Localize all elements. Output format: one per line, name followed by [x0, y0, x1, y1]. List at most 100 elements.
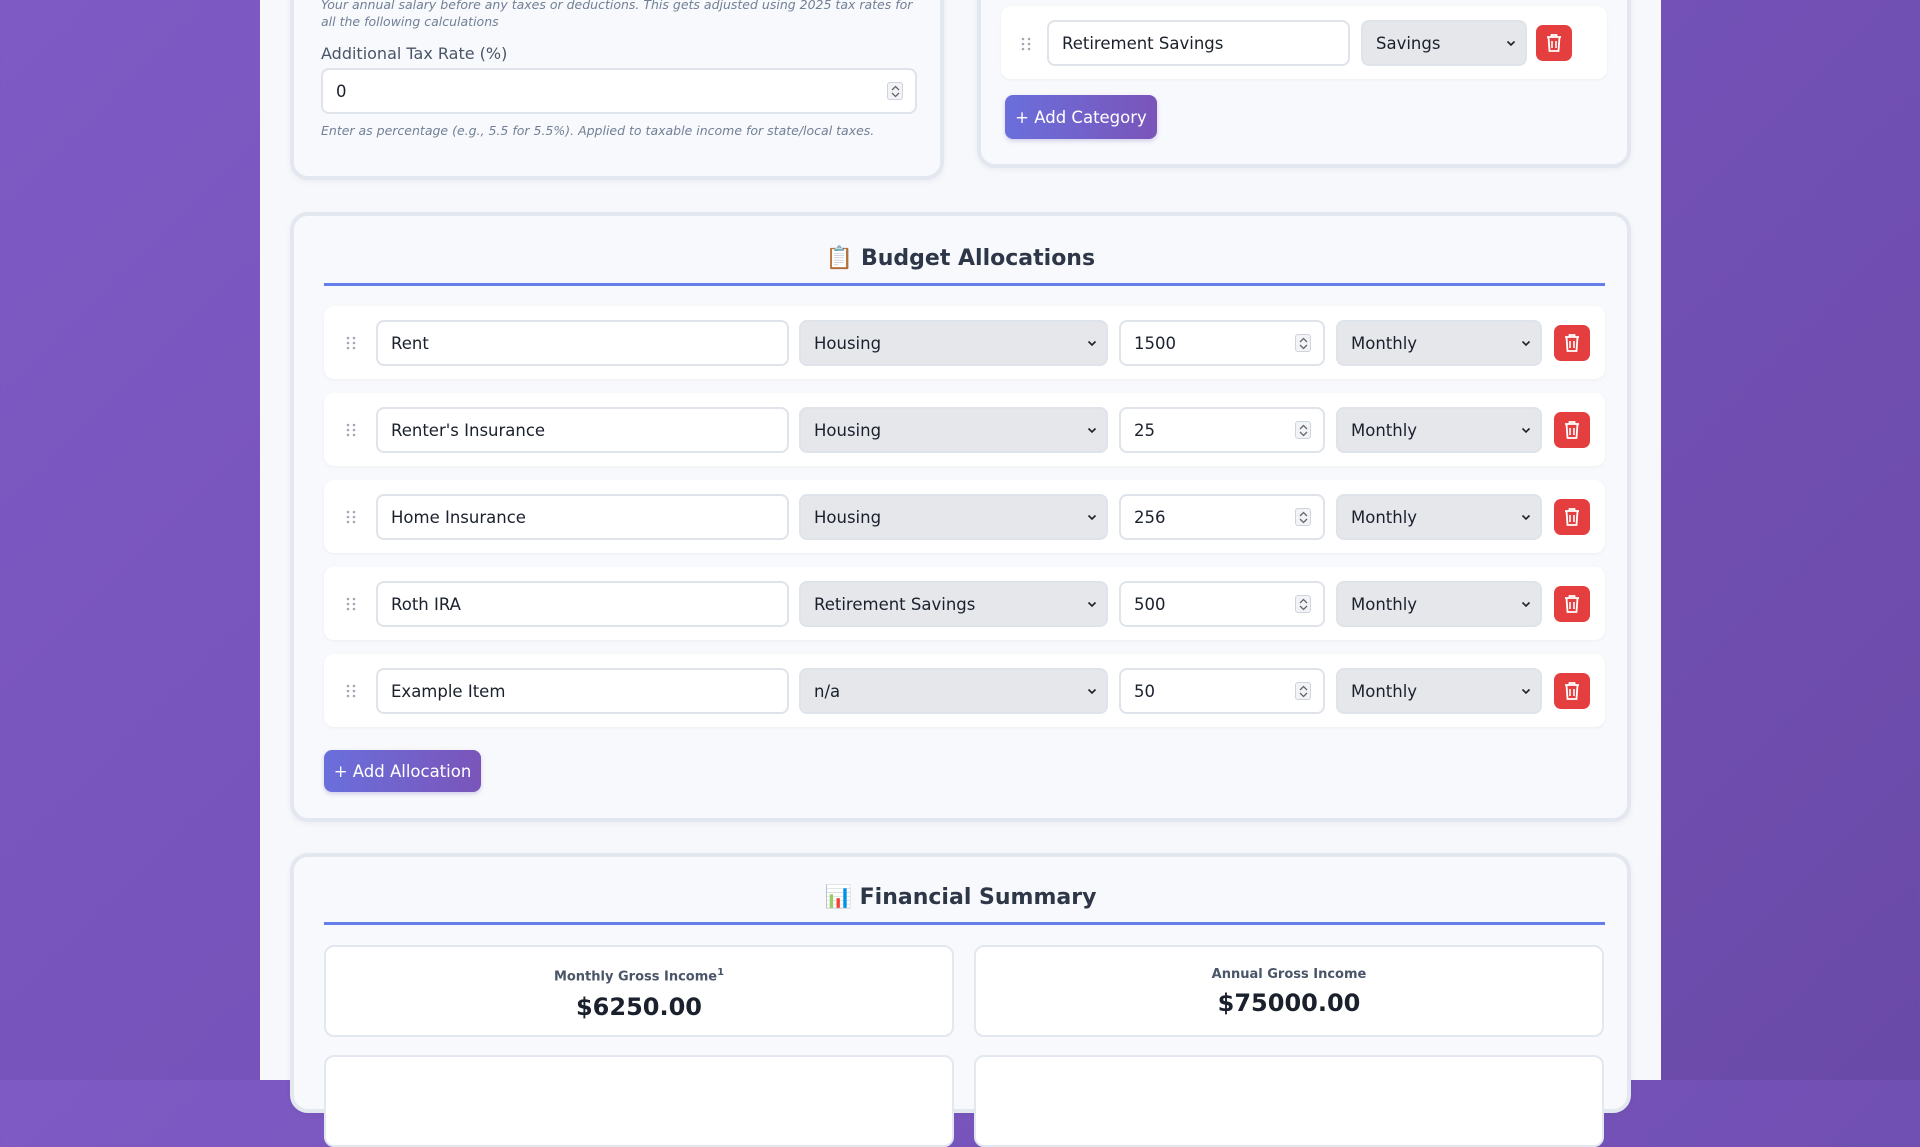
tax-rate-value: 0: [336, 81, 347, 101]
category-type-value: Savings: [1376, 33, 1441, 53]
delete-category-button[interactable]: [1536, 25, 1572, 61]
allocation-name-input[interactable]: Rent: [376, 320, 789, 366]
drag-handle-icon[interactable]: [346, 510, 356, 524]
allocation-frequency-select[interactable]: Monthly: [1336, 320, 1542, 366]
add-category-button[interactable]: + Add Category: [1005, 95, 1157, 139]
delete-allocation-button[interactable]: [1554, 325, 1590, 361]
allocation-amount-input[interactable]: 500: [1119, 581, 1325, 627]
monthly-gross-value: $6250.00: [575, 993, 702, 1021]
chevron-down-icon: [1521, 340, 1531, 347]
number-spinner-icon[interactable]: [887, 82, 903, 100]
delete-allocation-button[interactable]: [1554, 586, 1590, 622]
trash-icon: [1565, 421, 1579, 439]
allocation-category-select[interactable]: Housing: [799, 407, 1108, 453]
allocation-amount-input[interactable]: 1500: [1119, 320, 1325, 366]
allocation-name-value: Renter's Insurance: [391, 420, 546, 440]
add-allocation-button[interactable]: + Add Allocation: [324, 750, 481, 792]
allocation-amount-value: 256: [1134, 507, 1166, 527]
monthly-gross-label: Monthly Gross Income1: [326, 967, 952, 984]
delete-allocation-button[interactable]: [1554, 412, 1590, 448]
allocation-frequency-select[interactable]: Monthly: [1336, 407, 1542, 453]
drag-handle-icon[interactable]: [346, 597, 356, 611]
allocation-category-select[interactable]: Housing: [799, 494, 1108, 540]
chevron-down-icon: [1521, 514, 1531, 521]
delete-allocation-button[interactable]: [1554, 499, 1590, 535]
annual-gross-income-stat: Annual Gross Income $75000.00: [974, 945, 1604, 1037]
allocation-frequency-value: Monthly: [1351, 507, 1418, 527]
chevron-down-icon: [1521, 601, 1531, 608]
tax-rate-input[interactable]: 0: [321, 68, 917, 114]
number-spinner-icon[interactable]: [1295, 508, 1311, 526]
monthly-gross-label-text: Monthly Gross Income: [553, 969, 718, 985]
chevron-down-icon: [1087, 514, 1097, 521]
number-spinner-icon[interactable]: [1295, 595, 1311, 613]
category-row: Retirement Savings Savings: [1001, 6, 1607, 79]
trash-icon: [1565, 595, 1579, 613]
allocation-amount-value: 500: [1134, 594, 1166, 614]
allocation-amount-input[interactable]: 25: [1119, 407, 1325, 453]
drag-handle-icon[interactable]: [346, 336, 356, 350]
chevron-down-icon: [1087, 688, 1097, 695]
drag-handle-icon[interactable]: [346, 684, 356, 698]
tax-rate-label: Additional Tax Rate (%): [321, 44, 508, 63]
allocation-frequency-select[interactable]: Monthly: [1336, 668, 1542, 714]
number-spinner-icon[interactable]: [1295, 334, 1311, 352]
allocation-name-value: Rent: [391, 333, 429, 353]
allocation-name-input[interactable]: Example Item: [376, 668, 789, 714]
allocation-category-value: n/a: [814, 681, 841, 701]
allocation-name-input[interactable]: Home Insurance: [376, 494, 789, 540]
allocation-category-value: Housing: [814, 420, 882, 440]
allocation-name-value: Roth IRA: [391, 594, 461, 614]
clipboard-icon: 📋: [825, 246, 854, 271]
footnote-marker: 1: [717, 967, 725, 978]
allocation-amount-value: 50: [1134, 681, 1155, 701]
allocation-name-input[interactable]: Renter's Insurance: [376, 407, 789, 453]
allocation-category-select[interactable]: n/a: [799, 668, 1108, 714]
chevron-down-icon: [1087, 340, 1097, 347]
allocation-frequency-select[interactable]: Monthly: [1336, 494, 1542, 540]
drag-handle-icon[interactable]: [1021, 37, 1031, 51]
categories-card: Retirement Savings Savings + Add Categor…: [977, 0, 1631, 168]
summary-title-rule: [324, 922, 1605, 925]
allocation-row: Rent Housing 1500 Monthly: [324, 306, 1605, 379]
allocation-category-select[interactable]: Retirement Savings: [799, 581, 1108, 627]
allocation-category-select[interactable]: Housing: [799, 320, 1108, 366]
trash-icon: [1565, 334, 1579, 352]
tax-rate-hint: Enter as percentage (e.g., 5.5 for 5.5%)…: [321, 123, 875, 138]
allocation-amount-input[interactable]: 256: [1119, 494, 1325, 540]
drag-handle-icon[interactable]: [346, 423, 356, 437]
allocation-row: Roth IRA Retirement Savings 500 Monthly: [324, 567, 1605, 640]
allocation-category-value: Housing: [814, 333, 882, 353]
allocation-frequency-value: Monthly: [1351, 594, 1418, 614]
bar-chart-icon: 📊: [824, 885, 852, 910]
salary-hint: Your annual salary before any taxes or d…: [321, 0, 913, 29]
allocation-frequency-value: Monthly: [1351, 681, 1418, 701]
chevron-down-icon: [1506, 40, 1516, 47]
annual-gross-value: $75000.00: [1217, 989, 1361, 1017]
annual-gross-label: Annual Gross Income: [1211, 967, 1367, 982]
allocation-category-value: Housing: [814, 507, 882, 527]
main-container: Your annual salary before any taxes or d…: [260, 0, 1661, 1147]
allocation-frequency-value: Monthly: [1351, 333, 1418, 353]
category-type-select[interactable]: Savings: [1361, 20, 1527, 66]
category-name-value: Retirement Savings: [1062, 33, 1224, 53]
allocations-title-rule: [324, 283, 1605, 286]
allocation-name-input[interactable]: Roth IRA: [376, 581, 789, 627]
allocation-amount-input[interactable]: 50: [1119, 668, 1325, 714]
number-spinner-icon[interactable]: [1295, 421, 1311, 439]
delete-allocation-button[interactable]: [1554, 673, 1590, 709]
allocations-title: 📋 Budget Allocations: [294, 246, 1627, 271]
trash-icon: [1565, 508, 1579, 526]
category-name-input[interactable]: Retirement Savings: [1047, 20, 1350, 66]
allocation-frequency-select[interactable]: Monthly: [1336, 581, 1542, 627]
allocation-row: Home Insurance Housing 256 Monthly: [324, 480, 1605, 553]
summary-title: 📊 Financial Summary: [294, 885, 1627, 910]
financial-summary-card: 📊 Financial Summary Monthly Gross Income…: [290, 853, 1631, 1147]
income-card: Your annual salary before any taxes or d…: [290, 0, 944, 180]
summary-stat-4: [974, 1055, 1604, 1147]
number-spinner-icon[interactable]: [1295, 682, 1311, 700]
chevron-down-icon: [1087, 601, 1097, 608]
summary-stat-3: [324, 1055, 954, 1147]
chevron-down-icon: [1521, 688, 1531, 695]
trash-icon: [1565, 682, 1579, 700]
